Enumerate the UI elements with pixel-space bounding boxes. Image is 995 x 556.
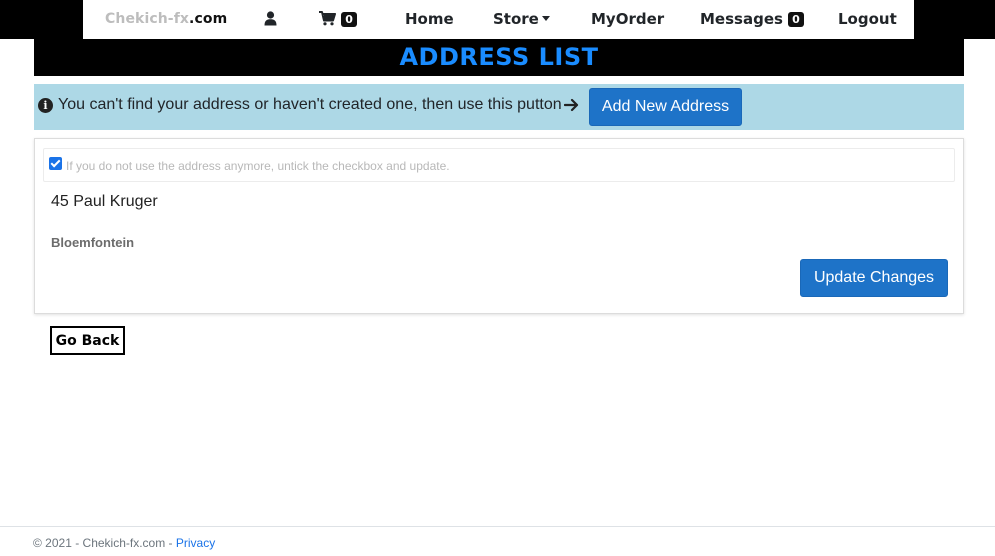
nav-myorder[interactable]: MyOrder bbox=[591, 10, 664, 28]
info-circle-icon: i bbox=[38, 98, 53, 113]
user-icon[interactable] bbox=[264, 11, 277, 30]
footer: © 2021 - Chekich-fx.com - Privacy bbox=[0, 526, 995, 556]
navbar: Chekich-fx.com 0 Home Store MyOrder Mess… bbox=[83, 0, 914, 39]
address-active-checkbox[interactable] bbox=[49, 157, 62, 170]
brand-name: Chekich-fx bbox=[105, 11, 190, 27]
page-title: ADDRESS LIST bbox=[399, 43, 599, 71]
title-bar: ADDRESS LIST bbox=[34, 39, 964, 76]
update-changes-button[interactable]: Update Changes bbox=[800, 259, 948, 297]
address-city: Bloemfontein bbox=[51, 235, 135, 250]
nav-home[interactable]: Home bbox=[405, 10, 454, 28]
address-active-row: If you do not use the address anymore, u… bbox=[43, 148, 955, 182]
nav-logout[interactable]: Logout bbox=[838, 10, 897, 28]
add-new-address-button[interactable]: Add New Address bbox=[589, 88, 742, 126]
nav-store-label: Store bbox=[493, 10, 539, 28]
nav-store[interactable]: Store bbox=[493, 10, 550, 28]
brand-domain: .com bbox=[189, 11, 228, 27]
cart-count-badge: 0 bbox=[341, 12, 357, 27]
info-banner: i You can't find your address or haven't… bbox=[34, 84, 964, 130]
footer-text: © 2021 - Chekich-fx.com - Privacy bbox=[33, 536, 215, 550]
address-street: 45 Paul Kruger bbox=[51, 193, 158, 210]
arrow-right-icon bbox=[563, 95, 579, 116]
cart-link[interactable]: 0 bbox=[319, 10, 357, 28]
messages-count-badge: 0 bbox=[788, 12, 804, 27]
info-text: You can't find your address or haven't c… bbox=[58, 96, 562, 113]
nav-messages[interactable]: Messages 0 bbox=[700, 10, 804, 28]
footer-copyright: © 2021 - Chekich-fx.com - bbox=[33, 536, 176, 550]
privacy-link[interactable]: Privacy bbox=[176, 536, 215, 550]
checkbox-hint: If you do not use the address anymore, u… bbox=[66, 159, 450, 173]
address-card: If you do not use the address anymore, u… bbox=[34, 138, 964, 314]
chevron-down-icon bbox=[541, 16, 550, 21]
go-back-button[interactable]: Go Back bbox=[50, 326, 125, 355]
cart-icon bbox=[319, 10, 341, 28]
brand-logo[interactable]: Chekich-fx.com bbox=[105, 11, 227, 27]
nav-messages-label: Messages bbox=[700, 10, 783, 28]
